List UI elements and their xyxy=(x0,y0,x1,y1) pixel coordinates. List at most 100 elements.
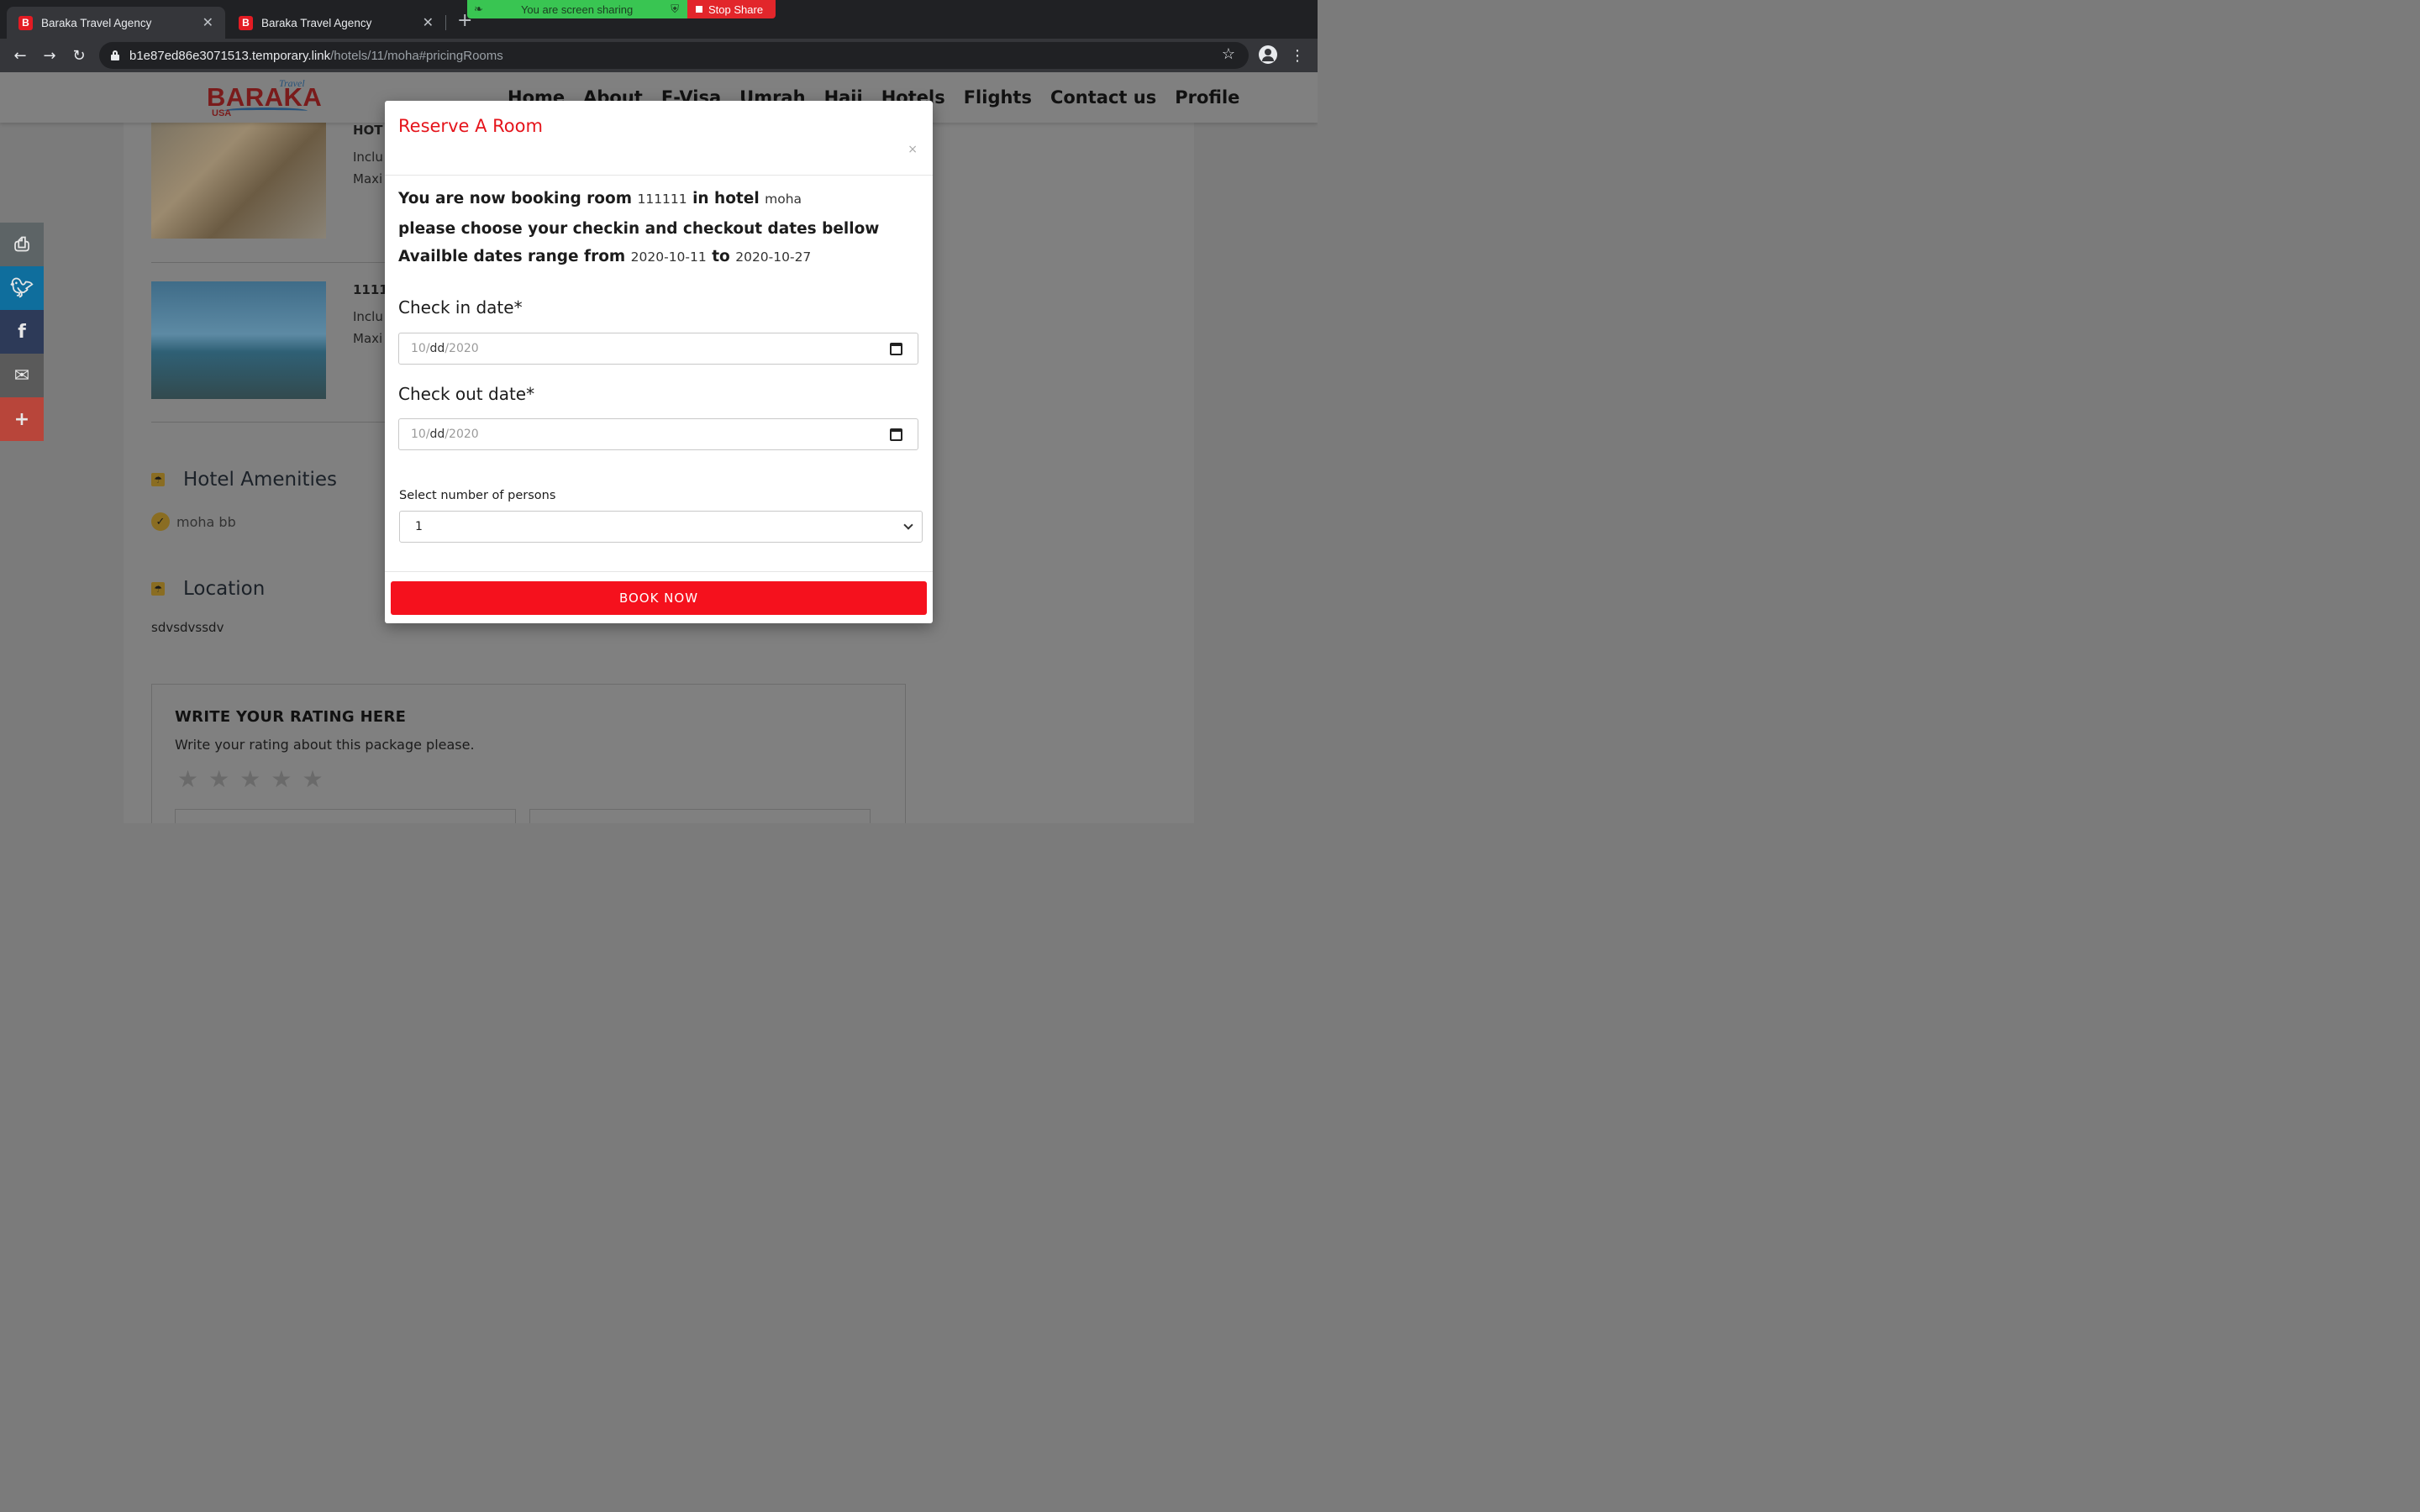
range-start: 2020-10-11 xyxy=(630,249,707,265)
star-icon[interactable]: ★ xyxy=(239,765,260,793)
shield-icon: ⛨ xyxy=(671,3,679,15)
hotel-name: moha xyxy=(765,192,802,207)
room-image-woman-tablet xyxy=(151,123,326,239)
range-to: to xyxy=(712,248,730,265)
forward-arrow-icon[interactable]: → xyxy=(39,45,60,66)
chevron-down-icon xyxy=(903,520,913,530)
checkout-label: Check out date* xyxy=(398,384,535,404)
nav-profile[interactable]: Profile xyxy=(1175,87,1239,108)
bookmark-star-icon[interactable]: ☆ xyxy=(1222,45,1235,63)
choose-dates-text: please choose your checkin and checkout … xyxy=(398,220,880,238)
check-icon: ✓ xyxy=(151,512,170,531)
room-image-pier xyxy=(151,281,326,399)
location-heading: ☂ Location xyxy=(151,578,265,600)
screen-share-text: You are screen sharing xyxy=(520,3,634,16)
booking-summary: You are now booking room 111111 in hotel… xyxy=(398,190,802,207)
persons-label: Select number of persons xyxy=(399,489,556,502)
print-icon[interactable]: ⎙ xyxy=(0,223,44,266)
reserve-room-modal: Reserve A Room × You are now booking roo… xyxy=(385,101,933,623)
browser-tab-active[interactable]: B Baraka Travel Agency ✕ xyxy=(7,7,225,39)
facebook-icon[interactable]: f xyxy=(0,310,44,354)
room-divider xyxy=(151,422,395,423)
share-leaf-icon: ❧ xyxy=(474,3,483,15)
star-icon[interactable]: ★ xyxy=(177,765,198,793)
checkout-date-input[interactable]: 10/dd/2020 xyxy=(398,418,918,450)
available-range: Availble dates range from 2020-10-11 to … xyxy=(398,248,811,265)
calendar-icon[interactable] xyxy=(890,343,902,355)
url-host: b1e87ed86e3071513.temporary.link xyxy=(129,48,331,63)
room-max: Maxi xyxy=(353,171,383,186)
modal-footer-divider xyxy=(385,571,933,572)
stop-share-button[interactable]: Stop Share xyxy=(687,0,776,18)
checkin-month: 10 xyxy=(411,342,426,355)
checkout-day: dd xyxy=(429,428,445,441)
nav-contact[interactable]: Contact us xyxy=(1050,87,1156,108)
room-includes: Inclu xyxy=(353,150,383,165)
more-share-icon[interactable]: + xyxy=(0,397,44,441)
checkout-year: 2020 xyxy=(449,428,479,441)
amenities-heading-text: Hotel Amenities xyxy=(183,469,338,491)
location-heading-text: Location xyxy=(183,578,266,600)
close-icon[interactable]: × xyxy=(908,143,918,156)
range-prefix: Availble dates range from xyxy=(398,248,626,265)
tab-separator xyxy=(445,15,446,30)
rating-phone-field[interactable] xyxy=(529,809,871,823)
baraka-favicon-icon: B xyxy=(18,15,33,30)
social-share-bar: ⎙ 🐦︎ f ✉ + xyxy=(0,223,44,441)
nav-flights[interactable]: Flights xyxy=(964,87,1032,108)
book-now-button[interactable]: BOOK NOW xyxy=(391,581,927,615)
room-number: 111111 xyxy=(637,192,687,207)
modal-title: Reserve A Room xyxy=(398,116,543,136)
star-icon[interactable]: ★ xyxy=(208,765,229,793)
star-icon[interactable]: ★ xyxy=(302,765,323,793)
modal-header: Reserve A Room × xyxy=(385,101,933,176)
stop-square-icon xyxy=(696,6,702,13)
hotel-word: in hotel xyxy=(692,190,760,207)
browser-toolbar: ← → ↻ b1e87ed86e3071513.temporary.link /… xyxy=(0,39,1318,72)
checkin-day: dd xyxy=(429,342,445,355)
close-tab-icon[interactable]: ✕ xyxy=(203,14,213,31)
logo-swoosh xyxy=(224,108,308,114)
email-icon[interactable]: ✉ xyxy=(0,354,44,397)
browser-tab-inactive[interactable]: B Baraka Travel Agency ✕ xyxy=(227,7,445,39)
profile-avatar-icon[interactable] xyxy=(1259,45,1277,64)
calendar-icon[interactable] xyxy=(890,428,902,441)
checkin-date-input[interactable]: 10/dd/2020 xyxy=(398,333,918,365)
room-includes: Inclu xyxy=(353,309,383,324)
persons-select[interactable]: 1 xyxy=(399,511,923,543)
twitter-icon[interactable]: 🐦︎ xyxy=(0,266,44,310)
url-path: /hotels/11/moha#pricingRooms xyxy=(330,48,503,63)
amenity-label: moha bb xyxy=(176,513,236,530)
baraka-logo[interactable]: Travel BARAKA USA xyxy=(207,77,322,121)
rating-title: WRITE YOUR RATING HERE xyxy=(175,708,407,726)
umbrella-icon: ☂ xyxy=(151,473,165,486)
checkout-month: 10 xyxy=(411,428,426,441)
umbrella-icon: ☂ xyxy=(151,582,165,596)
rating-stars: ★ ★ ★ ★ ★ xyxy=(177,765,324,793)
baraka-favicon-icon: B xyxy=(239,15,253,30)
amenity-item: ✓ moha bb xyxy=(151,512,236,531)
tab-title: Baraka Travel Agency xyxy=(41,16,152,29)
persons-value: 1 xyxy=(415,520,423,533)
logo-usa-text: USA xyxy=(212,108,232,118)
close-tab-icon[interactable]: ✕ xyxy=(423,14,434,31)
screen-share-banner: ❧ You are screen sharing ⛨ Stop Share xyxy=(467,0,776,18)
reload-icon[interactable]: ↻ xyxy=(69,45,89,66)
amenities-heading: ☂ Hotel Amenities xyxy=(151,469,337,491)
lock-icon xyxy=(111,50,119,60)
rating-section: WRITE YOUR RATING HERE Write your rating… xyxy=(151,684,906,823)
star-icon[interactable]: ★ xyxy=(271,765,292,793)
address-bar[interactable]: b1e87ed86e3071513.temporary.link /hotels… xyxy=(99,42,1249,69)
room-divider xyxy=(151,262,395,263)
stop-share-label: Stop Share xyxy=(708,3,764,16)
browser-menu-icon[interactable]: ⋮ xyxy=(1289,45,1306,66)
screen-share-message: ❧ You are screen sharing ⛨ xyxy=(467,0,687,18)
room-title: HOT xyxy=(353,123,383,138)
rating-name-field[interactable] xyxy=(175,809,516,823)
checkin-year: 2020 xyxy=(449,342,479,355)
location-text: sdvsdvssdv xyxy=(151,620,224,635)
back-arrow-icon[interactable]: ← xyxy=(10,45,30,66)
tab-title: Baraka Travel Agency xyxy=(261,16,372,29)
booking-prefix: You are now booking room xyxy=(398,190,633,207)
rating-subtitle: Write your rating about this package ple… xyxy=(175,737,475,753)
